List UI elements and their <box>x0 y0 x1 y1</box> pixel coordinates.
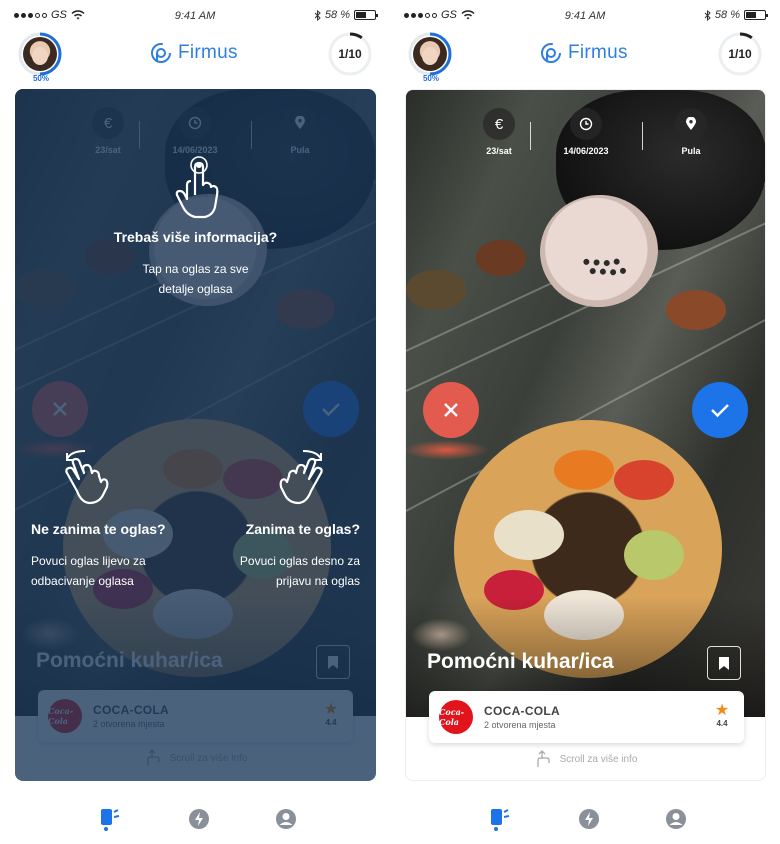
status-bar: GS 9:41 AM 58 % <box>390 8 780 26</box>
swipe-counter: 1/10 <box>328 32 372 76</box>
firmus-logo-icon <box>541 43 561 63</box>
bookmark-icon <box>719 656 729 670</box>
bookmark-button[interactable] <box>707 646 741 680</box>
accept-button[interactable] <box>692 382 748 438</box>
star-icon: ★ <box>714 702 730 719</box>
profile-icon <box>276 809 296 829</box>
meta-pay: €23/sat <box>464 108 534 156</box>
check-icon <box>711 404 729 418</box>
app-header: 50% Firmus 1/10 <box>390 30 780 85</box>
company-name: COCA-COLA <box>484 704 561 718</box>
company-card[interactable]: Coca-Cola COCA-COLA 2 otvorena mjesta ★4… <box>429 691 744 743</box>
battery-percent: 58 % <box>324 9 350 21</box>
job-meta: €23/sat 14/06/2023 Pula <box>456 108 716 168</box>
tab-swipe[interactable] <box>486 806 512 832</box>
lightning-icon <box>579 809 599 829</box>
job-card[interactable]: €23/sat 14/06/2023 Pula Pomoćni kuhar/ic… <box>15 89 376 781</box>
tab-profile[interactable] <box>663 806 689 832</box>
job-title: Pomoćni kuhar/ica <box>427 650 614 673</box>
swipe-counter: 1/10 <box>718 32 762 76</box>
app-header: 50% Firmus 1/10 <box>0 30 390 85</box>
bluetooth-icon <box>314 9 321 21</box>
lightning-icon <box>189 809 209 829</box>
tutorial-tap-title: Trebaš više informacija? <box>113 229 278 245</box>
screen-job-card: GS 9:41 AM 58 % 50% Firmus 1/10 € 23/sat… <box>390 0 780 844</box>
scroll-up-icon <box>536 750 550 767</box>
reject-button[interactable] <box>423 382 479 438</box>
firmus-logo-icon <box>151 43 171 63</box>
tutorial-tap-line2: detalje oglasa <box>158 282 233 296</box>
bluetooth-icon <box>704 9 711 21</box>
coca-cola-logo: Coca-Cola <box>439 700 473 734</box>
tutorial-tap-line1: Tap na oglas za sve <box>142 262 249 276</box>
clock-icon <box>570 108 602 140</box>
company-rating: ★4.4 <box>714 702 730 729</box>
counter-label: 1/10 <box>728 47 752 61</box>
tutorial-left-line1: Povuci oglas lijevo za <box>31 554 146 568</box>
bottom-tab-bar <box>390 800 780 840</box>
swipe-cards-icon <box>491 809 510 831</box>
meta-date: 14/06/2023 <box>551 108 621 156</box>
meta-location: Pula <box>656 108 726 156</box>
swipe-cards-icon <box>101 809 120 831</box>
company-openings: 2 otvorena mjesta <box>484 720 556 730</box>
profile-icon <box>666 809 686 829</box>
location-pin-icon <box>675 108 707 140</box>
scroll-hint[interactable]: Scroll za više info <box>406 750 765 768</box>
swipe-right-hand-icon <box>279 450 323 505</box>
bottom-tab-bar <box>0 800 390 840</box>
tutorial-right-line1: Povuci oglas desno za <box>239 554 360 568</box>
battery-icon <box>744 10 768 20</box>
tutorial-overlay[interactable]: Trebaš više informacija? Tap na oglas za… <box>15 89 376 781</box>
tutorial-left-line2: odbacivanje oglasa <box>31 574 134 588</box>
tab-swipe[interactable] <box>96 806 122 832</box>
tutorial-right-title: Zanima te oglas? <box>245 521 360 537</box>
profile-avatar[interactable] <box>18 32 62 76</box>
battery-percent: 58 % <box>714 9 740 21</box>
avatar <box>413 37 447 71</box>
euro-icon: € <box>483 108 515 140</box>
tutorial-left-title: Ne zanima te oglas? <box>31 521 166 537</box>
avatar <box>23 37 57 71</box>
status-bar: GS 9:41 AM 58 % <box>0 8 390 26</box>
tutorial-right-line2: prijavu na oglas <box>275 574 360 588</box>
job-card[interactable]: €23/sat 14/06/2023 Pula Pomoćni kuhar/ic… <box>405 89 766 781</box>
tab-profile[interactable] <box>273 806 299 832</box>
screen-tutorial: GS 9:41 AM 58 % 50% Firmus 1/10 Trebaš v… <box>0 0 390 844</box>
brand-logo: Firmus <box>150 42 238 64</box>
battery-icon <box>354 10 378 20</box>
profile-avatar[interactable] <box>408 32 452 76</box>
swipe-left-hand-icon <box>65 450 109 505</box>
close-icon <box>444 403 458 417</box>
tab-activity[interactable] <box>186 806 212 832</box>
brand-logo: Firmus <box>540 42 628 64</box>
tap-hand-icon <box>175 156 219 219</box>
profile-completion: 50% <box>32 74 49 83</box>
tab-activity[interactable] <box>576 806 602 832</box>
profile-completion: 50% <box>422 74 439 83</box>
brand-name: Firmus <box>568 42 628 63</box>
counter-label: 1/10 <box>338 47 362 61</box>
brand-name: Firmus <box>178 42 238 63</box>
